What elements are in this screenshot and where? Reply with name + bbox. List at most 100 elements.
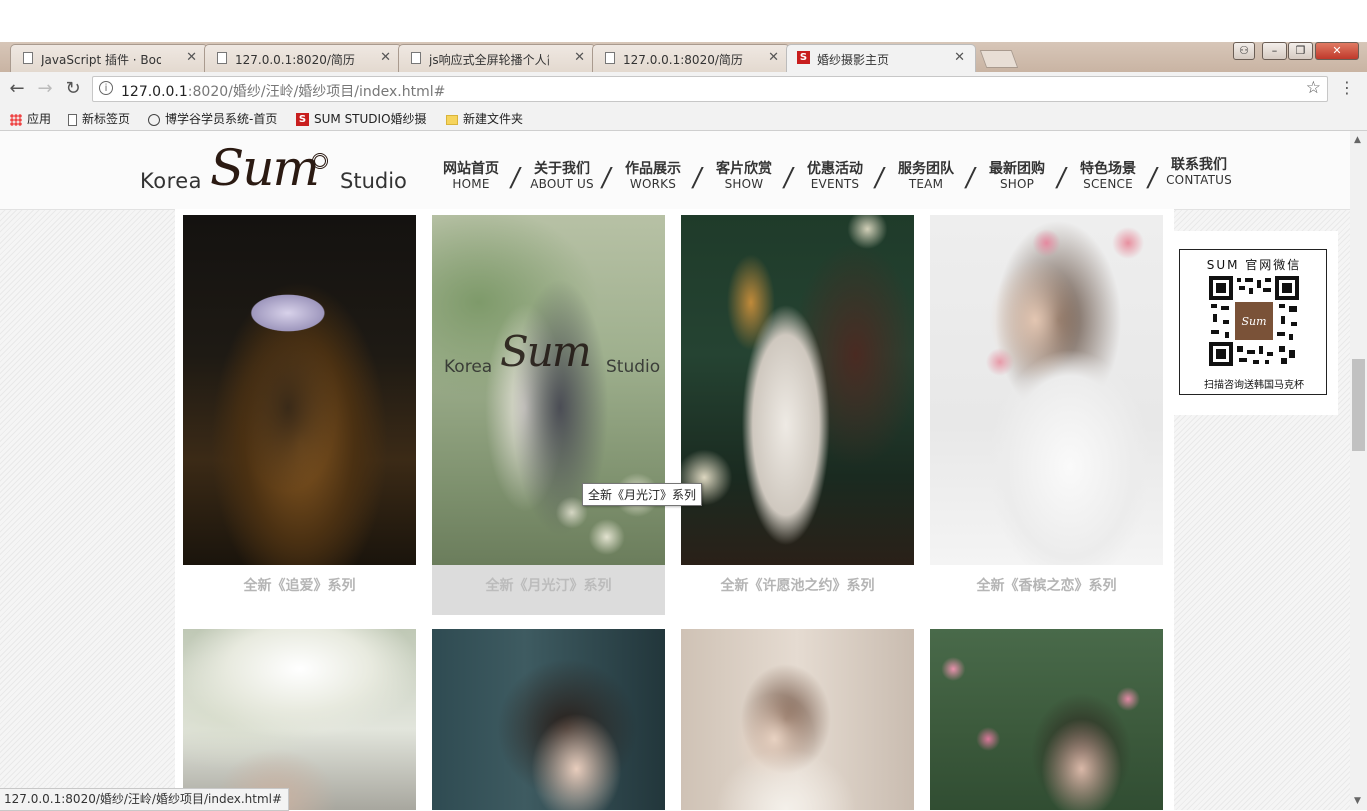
nav-team[interactable]: 服务团队 TEAM — [889, 161, 963, 191]
scroll-down-arrow-icon[interactable]: ▼ — [1354, 796, 1361, 806]
browser-tab-strip: JavaScript 插件 · Bootst ✕ 127.0.0.1:8020/… — [0, 42, 1367, 72]
page-icon — [217, 52, 227, 64]
tab-title: 127.0.0.1:8020/简历/简 — [235, 53, 355, 67]
nav-divider: / — [599, 163, 614, 193]
photo-bride-rose-wall[interactable] — [930, 629, 1163, 810]
tab-title: 127.0.0.1:8020/简历/简 — [623, 53, 743, 67]
sum-favicon-icon: S — [296, 113, 309, 126]
qr-card[interactable]: SUM 官网微信 Sum 扫描咨询送韩国马克杯 — [1179, 249, 1327, 395]
qr-center-mark: Sum — [1241, 315, 1266, 328]
close-icon[interactable]: ✕ — [186, 50, 197, 65]
page-icon — [68, 113, 77, 126]
photo-bride-mirror[interactable] — [681, 629, 914, 810]
gallery-panel: 全新《追爱》系列 Korea Sum Studio 全新《月光汀》系列 全新《许… — [175, 209, 1174, 810]
nav-divider: / — [872, 163, 887, 193]
nav-home[interactable]: 网站首页 HOME — [434, 161, 508, 191]
bookmark-label: 博学谷学员系统-首页 — [165, 112, 278, 126]
nav-contact[interactable]: 联系我们 CONTATUS — [1162, 157, 1236, 187]
maximize-button[interactable]: ❐ — [1288, 42, 1313, 60]
bookmark-new-folder[interactable]: 新建文件夹 — [446, 110, 523, 127]
close-icon[interactable]: ✕ — [380, 50, 391, 65]
rose-icon — [312, 153, 328, 169]
gallery-caption[interactable]: 全新《月光汀》系列 — [432, 565, 665, 615]
nav-label-cn: 网站首页 — [443, 161, 499, 177]
photo-bride-vintage-room[interactable] — [681, 215, 914, 565]
url-host: 127.0.0.1 — [121, 84, 188, 100]
nav-show[interactable]: 客片欣赏 SHOW — [707, 161, 781, 191]
browser-tab-3[interactable]: js响应式全屏轮播个人简 ✕ — [398, 44, 596, 72]
close-icon[interactable]: ✕ — [574, 50, 585, 65]
bookmark-sum-studio[interactable]: S SUM STUDIO婚纱摄 — [296, 110, 427, 127]
page-viewport: Korea Sum Studio 网站首页 HOME / 关于我们 ABOUT … — [0, 131, 1350, 810]
nav-divider: / — [508, 163, 523, 193]
site-logo[interactable]: Korea Sum Studio — [140, 139, 410, 199]
bookmark-apps[interactable]: 应用 — [10, 110, 51, 127]
watermark-korea: Korea — [444, 357, 493, 377]
qr-widget: SUM 官网微信 Sum 扫描咨询送韩国马克杯 — [1174, 231, 1338, 415]
bookmark-label: 新建文件夹 — [463, 112, 524, 126]
logo-sum-script: Sum — [210, 139, 320, 197]
browser-tab-1[interactable]: JavaScript 插件 · Bootst ✕ — [10, 44, 208, 72]
photo-bride-flower-crown[interactable] — [930, 215, 1163, 565]
nav-label-en: WORKS — [629, 177, 677, 191]
page-scrollbar[interactable]: ▲ ▼ — [1350, 131, 1367, 810]
bookmarks-bar: 应用 新标签页 博学谷学员系统-首页 S SUM STUDIO婚纱摄 新建文件夹 — [0, 106, 1367, 131]
url-text[interactable]: 127.0.0.1:8020/婚纱/汪岭/婚纱项目/index.html# — [121, 81, 445, 101]
bookmark-label: 新标签页 — [82, 112, 131, 126]
browser-tab-4[interactable]: 127.0.0.1:8020/简历/简 ✕ — [592, 44, 790, 72]
new-tab-button[interactable] — [979, 50, 1019, 68]
user-profile-icon[interactable]: ⚇ — [1233, 42, 1255, 60]
browser-menu-icon[interactable]: ⋮ — [1339, 78, 1355, 97]
logo-studio-text: Studio — [340, 169, 407, 193]
qr-title: SUM 官网微信 — [1206, 258, 1302, 272]
nav-shop[interactable]: 最新团购 SHOP — [980, 161, 1054, 191]
forward-arrow-icon[interactable]: → — [34, 78, 56, 100]
gallery-caption[interactable]: 全新《许愿池之约》系列 — [681, 565, 914, 615]
gallery-caption[interactable]: 全新《追爱》系列 — [183, 565, 416, 615]
watermark-sum: Sum — [500, 327, 592, 376]
minimize-button[interactable]: – — [1262, 42, 1287, 60]
nav-label-cn: 作品展示 — [625, 161, 681, 177]
tab-title: JavaScript 插件 · Bootst — [41, 53, 161, 67]
close-icon[interactable]: ✕ — [768, 50, 779, 65]
nav-works[interactable]: 作品展示 WORKS — [616, 161, 690, 191]
nav-label-en: HOME — [452, 177, 490, 191]
nav-label-en: SHOW — [724, 177, 764, 191]
nav-events[interactable]: 优惠活动 EVENTS — [798, 161, 872, 191]
scrollbar-thumb[interactable] — [1352, 359, 1365, 451]
close-icon[interactable]: ✕ — [954, 50, 965, 65]
caption-tooltip: 全新《月光汀》系列 — [582, 483, 703, 506]
folder-icon — [446, 114, 458, 125]
bookmark-star-icon[interactable]: ☆ — [1306, 78, 1321, 98]
back-arrow-icon[interactable]: ← — [6, 78, 28, 100]
photo-couple-garden[interactable]: Korea Sum Studio — [432, 215, 665, 565]
gallery-caption[interactable]: 全新《香槟之恋》系列 — [930, 565, 1163, 615]
url-omnibox[interactable]: i 127.0.0.1:8020/婚纱/汪岭/婚纱项目/index.html# … — [92, 76, 1328, 102]
photo-watermark-logo: Korea Sum Studio — [442, 327, 660, 387]
link-status-bar: 127.0.0.1:8020/婚纱/汪岭/婚纱项目/index.html# — [0, 788, 290, 811]
bookmark-boxuegu[interactable]: 博学谷学员系统-首页 — [148, 110, 277, 127]
globe-icon — [148, 113, 160, 126]
nav-label-cn: 关于我们 — [534, 161, 590, 177]
nav-label-en: EVENTS — [810, 177, 860, 191]
browser-tab-2[interactable]: 127.0.0.1:8020/简历/简 ✕ — [204, 44, 402, 72]
nav-label-cn: 客片欣赏 — [716, 161, 772, 177]
photo-couple-umbrella[interactable] — [183, 215, 416, 565]
info-icon[interactable]: i — [99, 81, 113, 95]
apps-icon — [10, 113, 22, 126]
address-toolbar: ← → ↻ i 127.0.0.1:8020/婚纱/汪岭/婚纱项目/index.… — [0, 72, 1367, 106]
nav-scence[interactable]: 特色场景 SCENCE — [1071, 161, 1145, 191]
nav-label-cn: 最新团购 — [989, 161, 1045, 177]
page-icon — [23, 52, 33, 64]
bookmark-label: SUM STUDIO婚纱摄 — [314, 112, 427, 126]
nav-label-cn: 特色场景 — [1080, 161, 1136, 177]
scroll-up-arrow-icon[interactable]: ▲ — [1354, 135, 1361, 145]
window-close-button[interactable]: ✕ — [1315, 42, 1359, 60]
photo-bride-pearl-earrings[interactable] — [432, 629, 665, 810]
bookmark-new-tab[interactable]: 新标签页 — [68, 110, 130, 127]
browser-tab-active[interactable]: S 婚纱摄影主页 ✕ — [786, 44, 976, 72]
photo-bride-white-flowers[interactable] — [183, 629, 416, 810]
nav-about[interactable]: 关于我们 ABOUT US — [525, 161, 599, 191]
reload-icon[interactable]: ↻ — [62, 78, 84, 100]
nav-label-cn: 服务团队 — [898, 161, 954, 177]
